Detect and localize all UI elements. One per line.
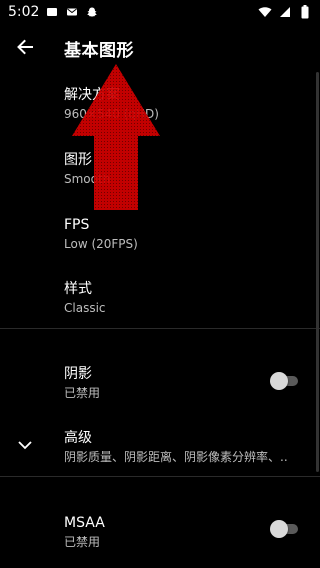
arrow-back-icon[interactable]	[14, 36, 36, 58]
pref-resolution[interactable]: 解决方案 960×540 (qHD)	[64, 86, 304, 122]
pref-shadow-title: 阴影	[64, 366, 92, 382]
shadow-toggle[interactable]	[270, 370, 298, 392]
scrollbar[interactable]	[316, 72, 319, 472]
section-divider	[0, 328, 320, 329]
pref-graphics-summary: Smooth	[64, 172, 111, 186]
status-time: 5:02	[8, 4, 40, 20]
pref-fps-summary: Low (20FPS)	[64, 237, 138, 251]
signal-icon	[278, 5, 292, 19]
pref-fps[interactable]: FPS Low (20FPS)	[64, 216, 304, 252]
pref-advanced-title: 高级	[64, 430, 92, 446]
pref-style[interactable]: 样式 Classic	[64, 280, 304, 316]
pref-style-title: 样式	[64, 281, 92, 297]
section-divider-2	[0, 476, 320, 477]
mail-icon	[65, 5, 79, 19]
red-arrow-overlay	[72, 64, 160, 210]
pref-advanced[interactable]: 高级 阴影质量、阴影距离、阴影像素分辨率、..	[64, 429, 304, 465]
pref-msaa-summary: 已禁用	[64, 535, 101, 549]
battery-icon	[298, 5, 312, 19]
wifi-icon	[258, 5, 272, 19]
pref-style-summary: Classic	[64, 301, 106, 315]
toolbar: 基本图形	[0, 24, 320, 70]
pref-resolution-summary: 960×540 (qHD)	[64, 107, 159, 121]
pref-resolution-title: 解决方案	[64, 87, 120, 103]
chevron-down-icon[interactable]	[16, 436, 34, 454]
snapchat-icon	[85, 5, 99, 19]
pref-shadow-summary: 已禁用	[64, 386, 101, 400]
notification-icon	[45, 5, 59, 19]
pref-fps-title: FPS	[64, 217, 90, 233]
pref-advanced-summary: 阴影质量、阴影距离、阴影像素分辨率、..	[64, 450, 288, 464]
status-left: 5:02	[8, 4, 99, 20]
status-bar: 5:02	[0, 0, 320, 24]
pref-msaa-title: MSAA	[64, 515, 105, 531]
shadow-toggle-thumb	[270, 372, 288, 390]
pref-graphics-title: 图形	[64, 152, 92, 168]
pref-shadow[interactable]: 阴影 已禁用	[64, 365, 304, 401]
pref-msaa[interactable]: MSAA 已禁用	[64, 514, 304, 550]
msaa-toggle-thumb	[270, 520, 288, 538]
page-title: 基本图形	[64, 41, 134, 61]
status-right	[258, 5, 312, 19]
pref-graphics[interactable]: 图形 Smooth	[64, 151, 304, 187]
msaa-toggle[interactable]	[270, 518, 298, 540]
